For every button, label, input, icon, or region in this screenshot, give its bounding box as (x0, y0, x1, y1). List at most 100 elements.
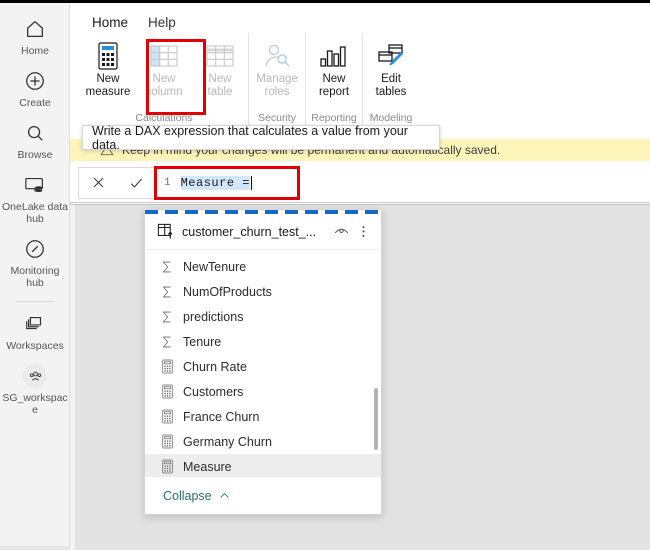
manage-roles-label: Manage roles (249, 73, 305, 99)
tab-help[interactable]: Help (138, 15, 186, 33)
eye-icon[interactable] (331, 222, 351, 242)
close-icon[interactable] (83, 170, 113, 196)
list-item-label: Germany Churn (183, 434, 272, 449)
sidebar-item-label: OneLake data hub (2, 201, 68, 225)
workspaces-icon (22, 311, 48, 337)
sidebar-item-monitoring-hub[interactable]: Monitoring hub (0, 231, 70, 295)
report-canvas: customer_churn_test_... NewTenure NumOfP… (70, 204, 650, 550)
label-line-2: tables (375, 86, 407, 98)
tooltip-text: Write a DAX expression that calculates a… (92, 123, 408, 152)
label-line-1: New (152, 73, 176, 85)
text-caret (250, 175, 252, 190)
ribbon-tabs: Home Help (70, 3, 650, 38)
dropdown-scrollbar[interactable] (374, 388, 378, 450)
workspace-group-icon (22, 363, 48, 389)
dropdown-item-list: NewTenure NumOfProducts predictions Tenu… (145, 250, 381, 476)
list-item-label: Measure (183, 459, 232, 474)
ribbon-group-security: Manage roles Security (248, 33, 305, 125)
new-report-label: New report (306, 73, 362, 99)
edit-tables-button[interactable]: Edit tables (363, 33, 419, 105)
new-column-button[interactable]: New column (136, 33, 192, 105)
new-measure-label: New measure (80, 73, 136, 99)
table-icon (205, 39, 235, 73)
dax-formula-input[interactable]: 1 Measure = (164, 167, 644, 199)
left-nav-rail: Home Create Browse OneLake data hub Moni… (0, 3, 70, 546)
sidebar-item-label: Workspaces (6, 340, 64, 352)
list-item[interactable]: France Churn (145, 404, 381, 429)
sidebar-item-create[interactable]: Create (0, 63, 70, 115)
ribbon-group-label: Calculations (135, 112, 193, 124)
label-line-2: measure (85, 86, 131, 98)
list-item[interactable]: Germany Churn (145, 429, 381, 454)
sidebar-item-home[interactable]: Home (0, 11, 70, 63)
table-column-icon (149, 39, 179, 73)
list-item[interactable]: Measure (145, 454, 381, 476)
edit-tables-icon (375, 39, 407, 73)
new-table-label: New table (192, 73, 248, 99)
list-item-label: Customers (183, 384, 244, 399)
line-number: 1 (164, 176, 171, 189)
calculator-icon (157, 409, 177, 424)
ribbon-group-reporting: New report Reporting (305, 33, 362, 125)
new-measure-button[interactable]: New measure (80, 33, 136, 105)
new-table-button[interactable]: New table (192, 33, 248, 105)
list-item[interactable]: Churn Rate (145, 354, 381, 379)
ribbon-group-calculations: New measure New column New table Calcula… (80, 33, 248, 125)
calculator-icon (157, 459, 177, 474)
collapse-label: Collapse (163, 488, 212, 503)
label-line-1: Edit (381, 73, 401, 85)
list-item-label: NumOfProducts (183, 284, 272, 299)
label-line-2: roles (264, 86, 290, 98)
formula-text: Measure = (180, 175, 250, 190)
tooltip: Write a DAX expression that calculates a… (82, 123, 440, 152)
new-report-button[interactable]: New report (306, 33, 362, 105)
label-line-1: New (96, 73, 120, 85)
sidebar-item-label: Browse (17, 149, 53, 161)
bar-chart-icon (318, 39, 350, 73)
main-pane: Home Help New measure New column New tab… (70, 3, 650, 550)
list-item[interactable]: Tenure (145, 329, 381, 354)
label-line-1: New (322, 73, 346, 85)
dropdown-title: customer_churn_test_... (182, 224, 317, 239)
new-column-label: New column (136, 73, 192, 99)
ribbon-group-label: Modeling (369, 112, 413, 124)
collapse-button[interactable]: Collapse (163, 489, 231, 503)
label-line-2: report (318, 86, 350, 98)
sigma-icon (157, 335, 177, 349)
more-vertical-icon[interactable] (353, 222, 373, 242)
list-item-label: Tenure (183, 334, 222, 349)
onelake-data-hub-icon (22, 172, 48, 198)
list-item-label: France Churn (183, 409, 260, 424)
sidebar-item-onelake-data-hub[interactable]: OneLake data hub (0, 167, 70, 231)
list-item[interactable]: NumOfProducts (145, 279, 381, 304)
list-item[interactable]: NewTenure (145, 254, 381, 279)
sigma-icon (157, 260, 177, 274)
manage-roles-button[interactable]: Manage roles (249, 33, 305, 105)
formula-bar-actions (78, 166, 156, 199)
sidebar-item-browse[interactable]: Browse (0, 115, 70, 167)
home-icon (22, 16, 48, 42)
sigma-icon (157, 310, 177, 324)
ribbon-group-label: Security (258, 112, 296, 124)
canvas-left-strip (70, 205, 75, 550)
tab-home[interactable]: Home (82, 15, 138, 38)
sidebar-item-sg-workspace[interactable]: SG_workspace (0, 358, 70, 422)
label-line-2: table (207, 86, 233, 98)
list-item-label: NewTenure (183, 259, 247, 274)
dropdown-footer: Collapse (145, 476, 381, 514)
chevron-up-icon (218, 489, 231, 502)
list-item[interactable]: Customers (145, 379, 381, 404)
calculator-icon (157, 384, 177, 399)
label-line-1: Manage (256, 73, 298, 85)
browse-icon (22, 120, 48, 146)
avatar (23, 364, 47, 388)
label-line-2: column (145, 86, 183, 98)
list-item[interactable]: predictions (145, 304, 381, 329)
edit-tables-label: Edit tables (363, 73, 419, 99)
sidebar-item-workspaces[interactable]: Workspaces (0, 306, 70, 358)
checkmark-icon[interactable] (121, 170, 151, 196)
formula-bar: 1 Measure = (70, 163, 650, 203)
plus-circle-icon (22, 68, 48, 94)
ribbon: New measure New column New table Calcula… (70, 33, 650, 129)
ribbon-group-label: Reporting (311, 112, 357, 124)
